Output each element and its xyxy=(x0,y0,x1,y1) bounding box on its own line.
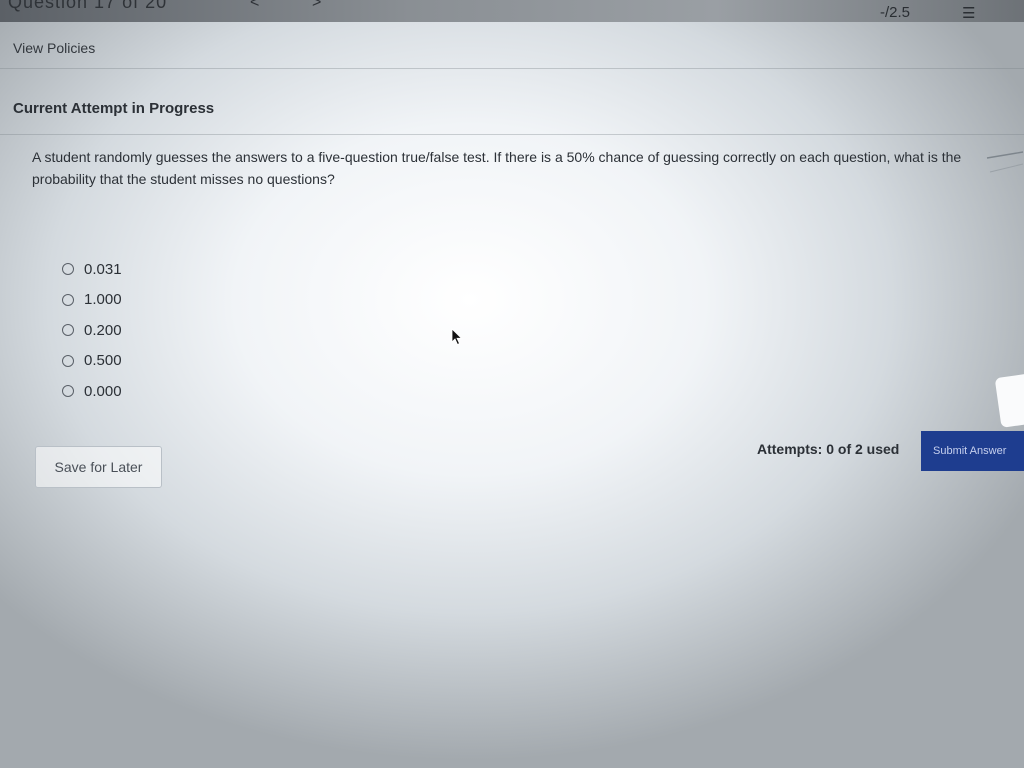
answer-option[interactable]: 0.031 xyxy=(62,254,122,285)
next-question-icon[interactable]: > xyxy=(312,0,321,12)
answer-option[interactable]: 0.000 xyxy=(62,376,122,407)
top-bar: Question 17 of 20 < > -/2.5 ☰ xyxy=(0,0,1024,22)
side-panel-tab[interactable] xyxy=(994,374,1024,428)
answer-option-label: 0.500 xyxy=(84,352,122,370)
attempts-counter: Attempts: 0 of 2 used xyxy=(757,441,900,457)
answer-options: 0.031 1.000 0.200 0.500 0.000 xyxy=(62,254,122,407)
attempt-status-heading: Current Attempt in Progress xyxy=(13,100,215,117)
mouse-pointer-icon xyxy=(451,328,463,346)
divider xyxy=(0,68,1024,69)
save-for-later-button[interactable]: Save for Later xyxy=(35,446,162,488)
edge-glare xyxy=(986,151,1024,173)
question-text: A student randomly guesses the answers t… xyxy=(32,149,962,187)
previous-question-icon[interactable]: < xyxy=(250,0,259,12)
radio-button[interactable] xyxy=(62,354,74,367)
score-label: -/2.5 xyxy=(880,4,911,21)
question-counter: Question 17 of 20 xyxy=(8,0,168,12)
radio-button[interactable] xyxy=(62,324,74,337)
submit-answer-button[interactable]: Submit Answer xyxy=(921,431,1024,471)
answer-option-label: 0.031 xyxy=(84,260,122,278)
answer-option[interactable]: 0.200 xyxy=(62,315,122,346)
answer-option-label: 0.000 xyxy=(84,382,122,400)
question-list-icon[interactable]: ☰ xyxy=(962,4,975,22)
radio-button[interactable] xyxy=(62,263,74,276)
answer-option-label: 1.000 xyxy=(84,291,122,309)
radio-button[interactable] xyxy=(62,293,74,306)
radio-button[interactable] xyxy=(62,385,74,398)
answer-option[interactable]: 1.000 xyxy=(62,285,122,316)
answer-option-label: 0.200 xyxy=(84,321,122,339)
divider xyxy=(0,134,1024,135)
answer-option[interactable]: 0.500 xyxy=(62,346,122,377)
view-policies-link[interactable]: View Policies xyxy=(13,40,95,56)
